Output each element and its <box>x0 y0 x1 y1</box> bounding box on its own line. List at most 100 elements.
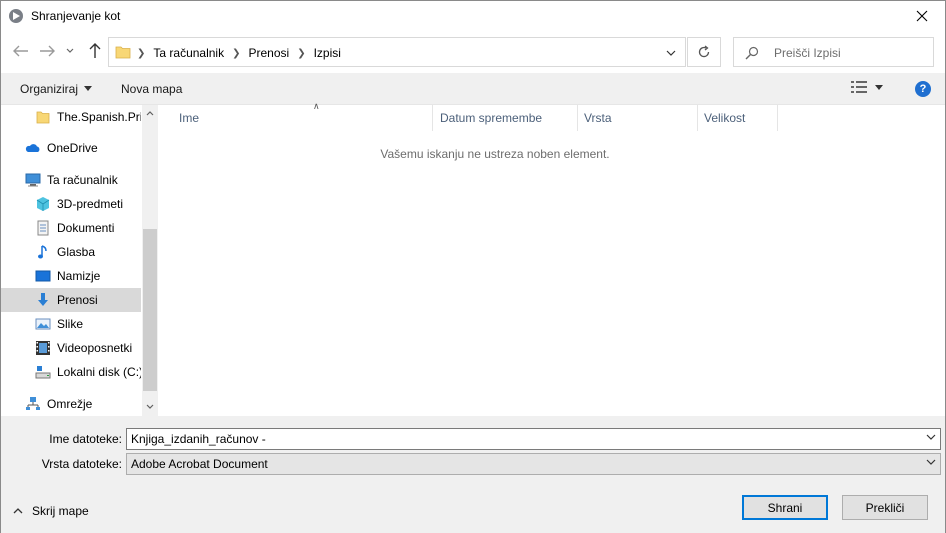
search-input[interactable]: Preišči Izpisi <box>774 46 841 60</box>
column-header-size[interactable]: Velikost <box>698 105 778 131</box>
scroll-down-button[interactable] <box>142 398 158 414</box>
sidebar-item-label: Videoposnetki <box>57 341 133 355</box>
back-arrow-icon <box>13 45 28 57</box>
save-as-dialog: Shranjevanje kot ❯ Ta računalnik ❯ Preno… <box>0 0 946 533</box>
breadcrumb-item-izpisi[interactable]: Izpisi <box>314 46 341 60</box>
save-options-panel: Ime datoteke: Knjiga_izdanih_računov - V… <box>1 416 945 533</box>
navigation-pane: The.Spanish.Prin OneDrive Ta računalnik … <box>1 105 158 416</box>
navigation-bar: ❯ Ta računalnik ❯ Prenosi ❯ Izpisi Preiš… <box>1 35 945 67</box>
column-header-label: Vrsta <box>584 111 612 125</box>
sidebar-item-spanish-folder[interactable]: The.Spanish.Prin <box>1 105 141 129</box>
refresh-button[interactable] <box>687 37 721 67</box>
column-header-label: Ime <box>179 111 200 125</box>
chevron-down-icon <box>926 459 936 465</box>
back-button[interactable] <box>11 41 31 61</box>
filetype-value: Adobe Acrobat Document <box>131 457 268 471</box>
breadcrumb-item-downloads[interactable]: Prenosi <box>249 46 290 60</box>
organize-menu-button[interactable]: Organiziraj <box>20 82 93 96</box>
window-title: Shranjevanje kot <box>31 9 121 23</box>
recent-locations-button[interactable] <box>63 41 77 61</box>
pictures-icon <box>35 316 51 332</box>
sidebar-item-label: Dokumenti <box>57 221 115 235</box>
filename-field[interactable]: Knjiga_izdanih_računov - <box>126 428 941 450</box>
caret-down-icon <box>875 84 883 90</box>
documents-icon <box>35 220 51 236</box>
videos-icon <box>35 340 51 356</box>
address-bar[interactable]: ❯ Ta računalnik ❯ Prenosi ❯ Izpisi <box>108 37 686 67</box>
chevron-up-icon <box>13 508 23 514</box>
scroll-up-button[interactable] <box>142 105 158 121</box>
column-header-type[interactable]: Vrsta <box>578 105 698 131</box>
forward-button[interactable] <box>37 41 57 61</box>
hide-folders-label: Skrij mape <box>32 504 89 518</box>
filetype-select[interactable]: Adobe Acrobat Document <box>126 453 941 475</box>
file-list[interactable]: ∧ Ime Datum spremembe Vrsta Velikost Vaš… <box>159 101 945 416</box>
onedrive-cloud-icon <box>25 140 41 156</box>
sidebar-item-label: Namizje <box>57 269 101 283</box>
local-disk-icon <box>35 364 51 380</box>
sidebar-item-network[interactable]: Omrežje <box>1 392 141 416</box>
help-icon[interactable]: ? <box>915 81 931 97</box>
sidebar-item-label: Lokalni disk (C:) <box>57 365 141 379</box>
new-folder-button[interactable]: Nova mapa <box>121 82 182 96</box>
desktop-icon <box>35 268 51 284</box>
folder-icon <box>35 109 51 125</box>
sidebar-item-videos[interactable]: Videoposnetki <box>1 336 141 360</box>
search-box[interactable]: Preišči Izpisi <box>733 37 934 67</box>
sidebar-item-onedrive[interactable]: OneDrive <box>1 136 141 160</box>
details-view-icon <box>851 81 867 93</box>
command-bar: Organiziraj Nova mapa ? <box>1 73 945 105</box>
sidebar-item-label: Glasba <box>57 245 96 259</box>
chevron-down-icon <box>146 404 154 409</box>
column-header-date-modified[interactable]: Datum spremembe <box>434 105 578 131</box>
column-header-label: Datum spremembe <box>440 111 543 125</box>
sidebar-item-label: Omrežje <box>47 397 93 411</box>
chevron-right-icon: ❯ <box>297 47 306 59</box>
organize-label: Organiziraj <box>20 82 79 96</box>
sidebar-item-downloads[interactable]: Prenosi <box>1 288 141 312</box>
breadcrumb: ❯ Ta računalnik ❯ Prenosi ❯ Izpisi <box>137 46 341 60</box>
close-icon <box>916 10 928 22</box>
sort-ascending-icon: ∧ <box>313 101 320 111</box>
scroll-thumb[interactable] <box>143 229 157 391</box>
chevron-up-icon <box>146 110 154 115</box>
save-button[interactable]: Shrani <box>742 495 828 520</box>
search-icon <box>745 46 759 63</box>
column-header-name[interactable]: ∧ Ime <box>173 101 433 131</box>
computer-icon <box>25 172 41 188</box>
column-header-label: Velikost <box>704 111 746 125</box>
up-button[interactable] <box>85 41 105 61</box>
downloads-icon <box>35 292 51 308</box>
sidebar-item-local-disk[interactable]: Lokalni disk (C:) <box>1 360 141 384</box>
close-button[interactable] <box>899 1 945 31</box>
sidebar-item-this-pc[interactable]: Ta računalnik <box>1 168 141 192</box>
network-icon <box>25 396 41 412</box>
title-bar: Shranjevanje kot <box>1 1 945 31</box>
sidebar-item-desktop[interactable]: Namizje <box>1 264 141 288</box>
music-icon <box>35 244 51 260</box>
sidebar-item-3d-objects[interactable]: 3D-predmeti <box>1 192 141 216</box>
cancel-button[interactable]: Prekliči <box>842 495 928 520</box>
sidebar-item-label: Slike <box>57 317 84 331</box>
chevron-right-icon: ❯ <box>232 47 241 59</box>
chevron-down-icon <box>66 48 74 53</box>
empty-list-message: Vašemu iskanju ne ustreza noben element. <box>380 147 610 161</box>
breadcrumb-item-this-pc[interactable]: Ta računalnik <box>153 46 224 60</box>
sidebar-item-label: Prenosi <box>57 293 98 307</box>
chevron-down-icon <box>666 50 676 56</box>
folder-icon <box>115 45 131 62</box>
address-history-dropdown[interactable] <box>663 46 679 60</box>
app-icon <box>8 8 24 24</box>
sidebar-item-music[interactable]: Glasba <box>1 240 141 264</box>
filename-value[interactable]: Knjiga_izdanih_računov - <box>131 432 266 446</box>
sidebar-item-documents[interactable]: Dokumenti <box>1 216 141 240</box>
sidebar-item-pictures[interactable]: Slike <box>1 312 141 336</box>
sidebar-item-label: Ta računalnik <box>47 173 118 187</box>
sidebar-scrollbar[interactable] <box>142 105 158 416</box>
sidebar-item-label: OneDrive <box>47 141 98 155</box>
refresh-icon <box>698 45 710 58</box>
hide-folders-toggle[interactable]: Skrij mape <box>13 504 89 518</box>
change-view-button[interactable] <box>851 81 883 93</box>
filename-label: Ime datoteke: <box>49 432 122 446</box>
chevron-down-icon[interactable] <box>926 434 936 440</box>
